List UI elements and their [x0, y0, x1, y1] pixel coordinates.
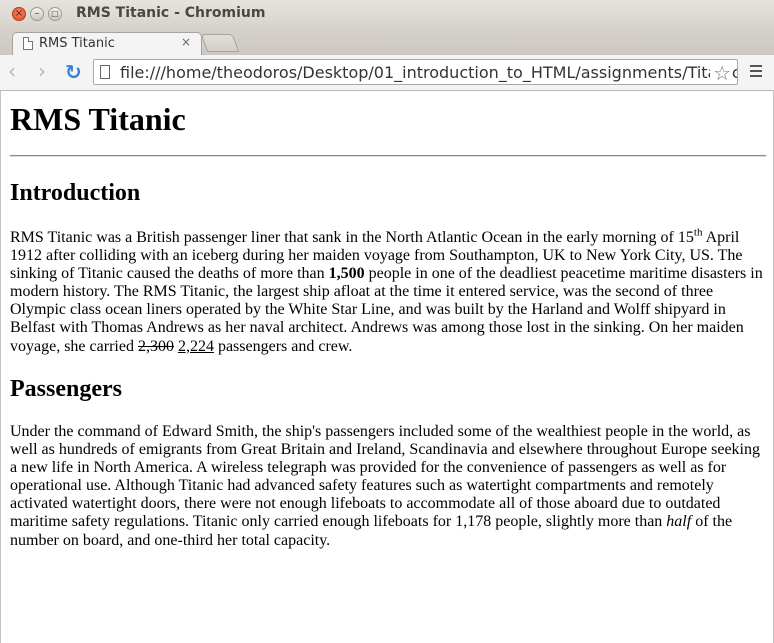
- document-icon: [23, 37, 33, 50]
- deaths-count: 1,500: [328, 265, 365, 283]
- back-button[interactable]: ‹: [8, 61, 16, 81]
- reload-button[interactable]: ↻: [65, 60, 82, 84]
- window-close-button[interactable]: ×: [12, 7, 26, 21]
- tab-close-icon[interactable]: ×: [181, 35, 191, 49]
- page-icon: [100, 65, 110, 79]
- url-text[interactable]: file:///home/theodoros/Desktop/01_introd…: [120, 63, 737, 82]
- browser-toolbar: ‹ › ↻ file:///home/theodoros/Desktop/01_…: [0, 55, 774, 91]
- introduction-heading: Introduction: [10, 180, 141, 206]
- tab-strip: RMS Titanic ×: [0, 28, 774, 55]
- page-title: RMS Titanic: [10, 101, 186, 137]
- introduction-paragraph: RMS Titanic was a British passenger line…: [10, 226, 763, 355]
- window-maximize-button[interactable]: □: [48, 7, 62, 21]
- new-tab-button[interactable]: [200, 34, 240, 52]
- passengers-heading: Passengers: [10, 376, 122, 402]
- passengers-paragraph: Under the command of Edward Smith, the s…: [10, 423, 760, 549]
- underlined-passenger-count: 2,224: [177, 337, 214, 355]
- emphasis-half: half: [666, 513, 692, 531]
- tab-rms-titanic[interactable]: RMS Titanic ×: [12, 32, 202, 55]
- title-divider: [10, 155, 766, 157]
- menu-icon[interactable]: [750, 65, 762, 80]
- forward-button[interactable]: ›: [38, 61, 46, 81]
- window-minimize-button[interactable]: –: [30, 7, 44, 21]
- address-bar[interactable]: file:///home/theodoros/Desktop/01_introd…: [93, 59, 738, 85]
- tab-label: RMS Titanic: [39, 36, 115, 51]
- window-title-bar: × – □ RMS Titanic - Chromium: [0, 0, 774, 29]
- bookmark-star-icon[interactable]: ☆: [710, 61, 731, 84]
- struck-passenger-count: 2,300: [137, 337, 174, 355]
- page-content: RMS Titanic Introduction RMS Titanic was…: [0, 91, 774, 643]
- window-title: RMS Titanic - Chromium: [76, 5, 266, 21]
